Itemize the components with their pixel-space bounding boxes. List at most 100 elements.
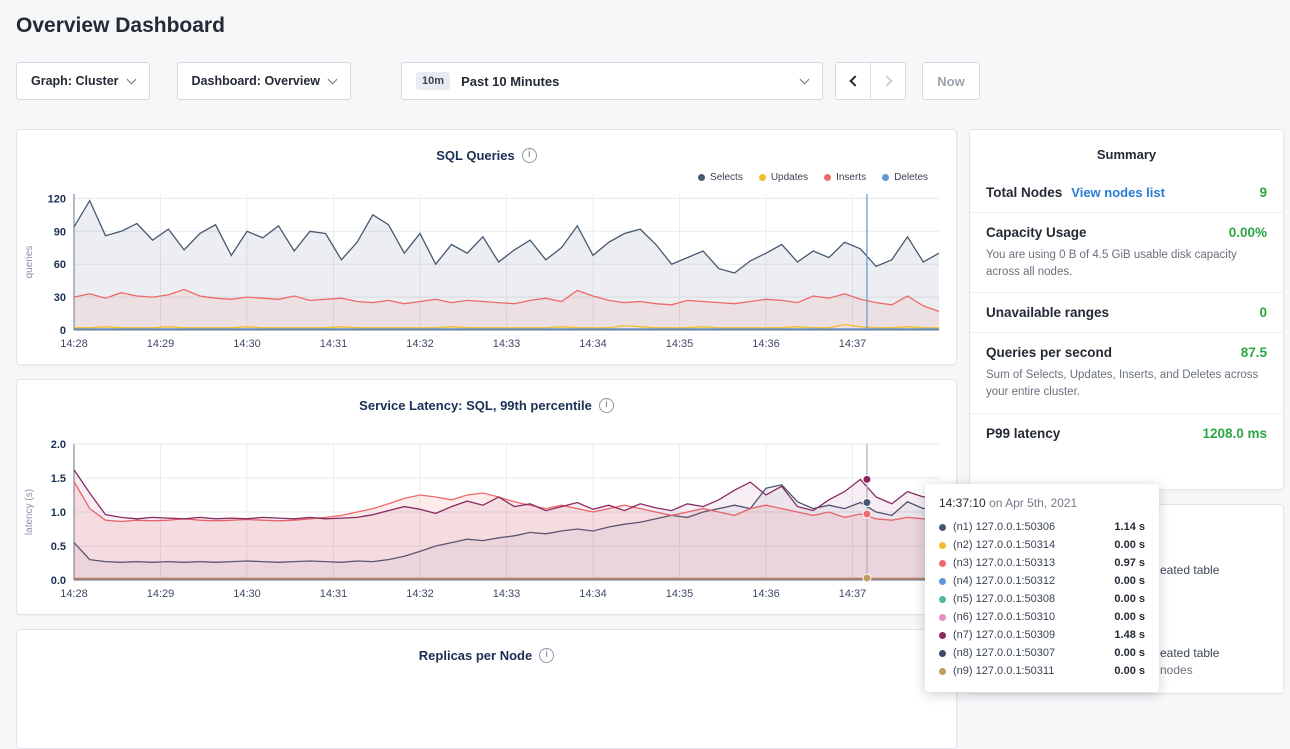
svg-text:14:34: 14:34	[579, 338, 607, 350]
svg-text:2.0: 2.0	[51, 439, 66, 451]
chevron-down-icon	[328, 74, 338, 84]
svg-text:14:30: 14:30	[233, 588, 261, 600]
legend-item-updates[interactable]: Updates	[759, 172, 808, 183]
svg-text:0: 0	[60, 325, 66, 337]
svg-text:1.5: 1.5	[51, 473, 66, 485]
tooltip-node-value: 0.00 s	[1114, 611, 1145, 623]
legend-item-selects[interactable]: Selects	[698, 172, 743, 183]
legend-label: Updates	[771, 172, 808, 183]
svg-text:latency (s): latency (s)	[24, 489, 35, 535]
svg-text:14:30: 14:30	[233, 338, 261, 350]
svg-text:14:31: 14:31	[320, 588, 348, 600]
tooltip-date: Apr 5th, 2021	[1005, 496, 1077, 510]
tooltip-node-value: 0.97 s	[1114, 557, 1145, 569]
info-icon[interactable]: i	[522, 148, 537, 163]
graph-dropdown[interactable]: Graph: Cluster	[16, 62, 150, 100]
summary-row: Capacity Usage0.00%You are using 0 B of …	[970, 212, 1283, 292]
tooltip-time: 14:37:10	[939, 496, 986, 510]
series-dot-icon	[939, 632, 946, 639]
replicas-panel: Replicas per Node i	[16, 629, 957, 749]
legend-item-deletes[interactable]: Deletes	[882, 172, 928, 183]
summary-row: Total NodesView nodes list9	[970, 173, 1283, 212]
svg-text:1.0: 1.0	[51, 507, 66, 519]
tooltip-node-value: 1.48 s	[1114, 629, 1145, 641]
series-dot-icon	[939, 614, 946, 621]
chart-legend: Selects Updates Inserts Deletes	[17, 166, 956, 188]
dashboard-dropdown[interactable]: Dashboard: Overview	[177, 62, 352, 100]
summary-row-label: Unavailable ranges	[986, 305, 1109, 320]
series-dot-icon	[939, 668, 946, 675]
page-title: Overview Dashboard	[16, 14, 1290, 38]
summary-row-description: Sum of Selects, Updates, Inserts, and De…	[986, 367, 1266, 400]
event-text-fragment: nodes	[1160, 663, 1193, 677]
now-button-label: Now	[937, 74, 964, 89]
summary-row-label: Total Nodes	[986, 185, 1062, 200]
info-icon[interactable]: i	[539, 648, 554, 663]
series-dot-icon	[939, 560, 946, 567]
time-range-dropdown[interactable]: 10m Past 10 Minutes	[401, 62, 823, 100]
tooltip-node-label: (n3) 127.0.0.1:50313	[953, 557, 1055, 569]
series-dot-icon	[939, 542, 946, 549]
svg-text:14:29: 14:29	[147, 588, 175, 600]
now-button[interactable]: Now	[922, 62, 980, 100]
graph-dropdown-label: Graph: Cluster	[31, 74, 119, 88]
tooltip-node-value: 0.00 s	[1114, 593, 1145, 605]
tooltip-node-label: (n6) 127.0.0.1:50310	[953, 611, 1055, 623]
svg-text:14:29: 14:29	[147, 338, 175, 350]
chart-title: Replicas per Node	[419, 648, 532, 663]
info-icon[interactable]: i	[599, 398, 614, 413]
tooltip-node-row: (n4) 127.0.0.1:503120.00 s	[939, 572, 1145, 590]
time-nav-group	[835, 62, 906, 100]
summary-row-value: 1208.0 ms	[1202, 426, 1267, 441]
view-nodes-list-link[interactable]: View nodes list	[1071, 185, 1165, 200]
summary-row-description: You are using 0 B of 4.5 GiB usable disk…	[986, 247, 1266, 280]
svg-text:14:28: 14:28	[60, 588, 88, 600]
sql-queries-chart[interactable]: 030609012014:2814:2914:3014:3114:3214:33…	[18, 188, 955, 354]
event-text-fragment: eated table	[1160, 563, 1219, 577]
summary-row-label: Queries per second	[986, 345, 1112, 360]
legend-dot-icon	[759, 174, 766, 181]
tooltip-node-row: (n1) 127.0.0.1:503061.14 s	[939, 518, 1145, 536]
tooltip-node-row: (n6) 127.0.0.1:50310 0.00 s	[939, 608, 1145, 626]
svg-text:90: 90	[54, 226, 66, 238]
tooltip-node-label: (n9) 127.0.0.1:50311	[953, 665, 1054, 677]
chart-hover-tooltip: 14:37:10 on Apr 5th, 2021 (n1) 127.0.0.1…	[925, 484, 1159, 692]
summary-row: Unavailable ranges 0	[970, 292, 1283, 332]
svg-text:0.5: 0.5	[51, 541, 66, 553]
series-dot-icon	[939, 596, 946, 603]
toolbar: Graph: Cluster Dashboard: Overview 10m P…	[0, 62, 1290, 100]
service-latency-chart[interactable]: 0.00.51.01.52.014:2814:2914:3014:3114:32…	[18, 438, 955, 604]
tooltip-node-row: (n5) 127.0.0.1:503080.00 s	[939, 590, 1145, 608]
tooltip-node-row: (n3) 127.0.0.1:50313 0.97 s	[939, 554, 1145, 572]
svg-text:14:35: 14:35	[666, 588, 694, 600]
svg-text:14:34: 14:34	[579, 588, 607, 600]
summary-row-value: 0	[1259, 305, 1267, 320]
legend-label: Selects	[710, 172, 743, 183]
legend-dot-icon	[882, 174, 889, 181]
legend-item-inserts[interactable]: Inserts	[824, 172, 866, 183]
svg-text:120: 120	[48, 193, 66, 205]
time-range-label: Past 10 Minutes	[461, 74, 559, 89]
series-dot-icon	[939, 524, 946, 531]
svg-text:14:37: 14:37	[839, 588, 867, 600]
summary-row-value: 0.00%	[1229, 225, 1267, 240]
tooltip-node-label: (n7) 127.0.0.1:50309	[953, 629, 1055, 641]
tooltip-node-row: (n2) 127.0.0.1:503140.00 s	[939, 536, 1145, 554]
chart-title: Service Latency: SQL, 99th percentile	[359, 398, 592, 413]
time-prev-button[interactable]	[835, 62, 871, 100]
svg-text:14:28: 14:28	[60, 338, 88, 350]
legend-label: Inserts	[836, 172, 866, 183]
service-latency-panel: Service Latency: SQL, 99th percentile i …	[16, 379, 957, 615]
chevron-right-icon	[881, 75, 892, 86]
legend-dot-icon	[824, 174, 831, 181]
tooltip-node-label: (n8) 127.0.0.1:50307	[953, 647, 1055, 659]
svg-text:14:36: 14:36	[752, 588, 780, 600]
svg-text:queries: queries	[24, 246, 35, 279]
summary-row: Queries per second87.5Sum of Selects, Up…	[970, 332, 1283, 412]
summary-title: Summary	[970, 130, 1283, 173]
svg-text:14:32: 14:32	[406, 588, 434, 600]
tooltip-node-label: (n4) 127.0.0.1:50312	[953, 575, 1055, 587]
series-dot-icon	[939, 650, 946, 657]
time-next-button[interactable]	[870, 62, 906, 100]
legend-label: Deletes	[894, 172, 928, 183]
